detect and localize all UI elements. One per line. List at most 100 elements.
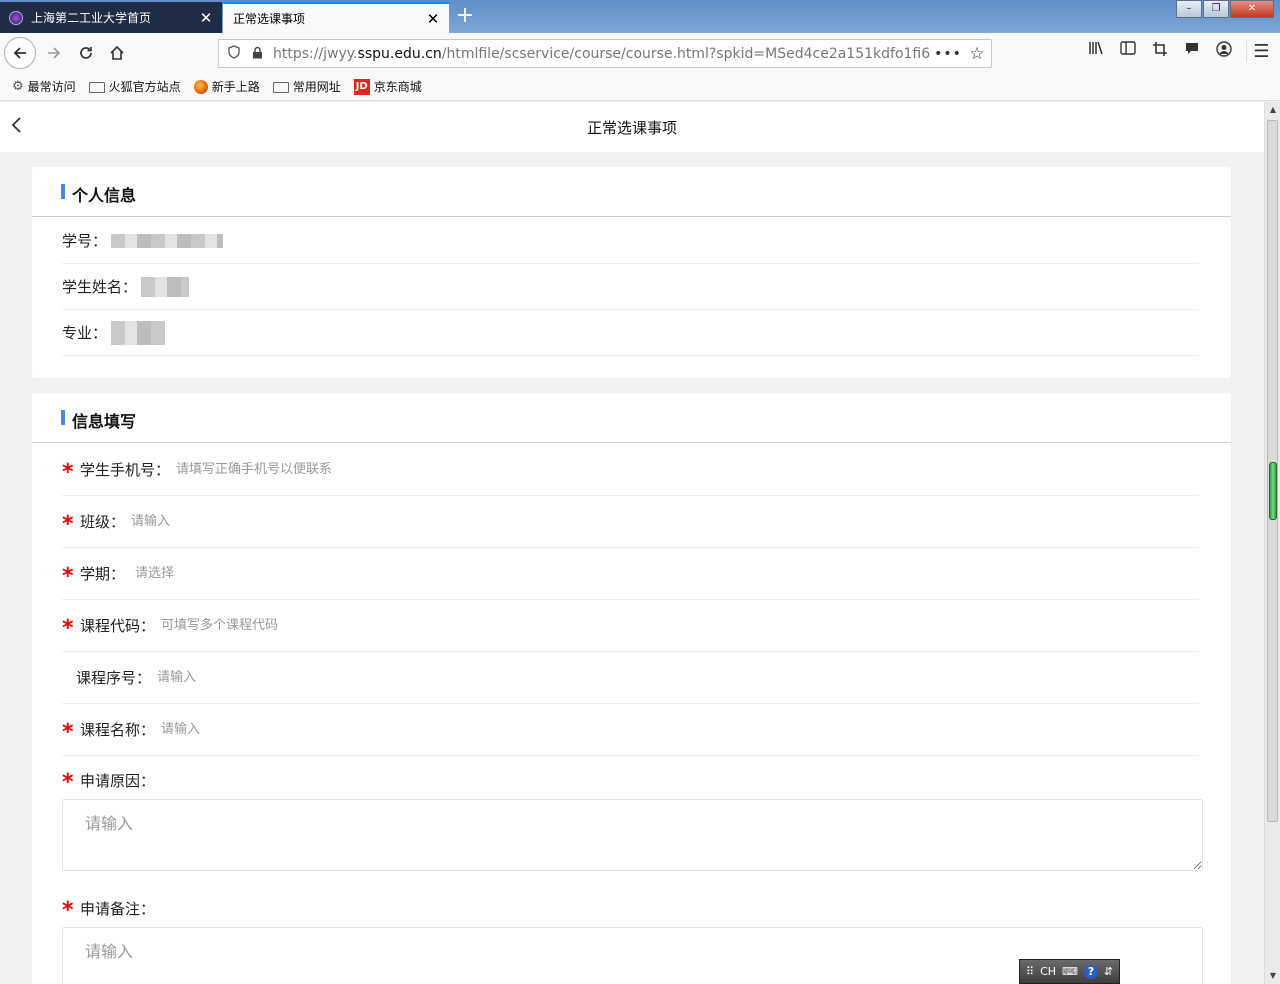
url-text[interactable]: https://jwyy.sspu.edu.cn/htmlfile/scserv…: [267, 46, 933, 62]
chat-icon[interactable]: [1176, 41, 1208, 61]
scroll-grip-handle[interactable]: [1269, 462, 1277, 520]
bookmark-common-sites[interactable]: 常用网址: [272, 78, 341, 95]
course-seq-input[interactable]: [157, 670, 658, 685]
tab-label: 上海第二工业大学首页: [31, 11, 152, 25]
course-name-input[interactable]: [161, 722, 662, 737]
accent-bar: [61, 184, 65, 199]
url-prefix: https://jwyy.: [273, 45, 358, 62]
bookmark-label: 最常访问: [27, 80, 76, 94]
course-code-input[interactable]: [161, 618, 662, 633]
bookmark-label: 常用网址: [292, 80, 341, 94]
bookmark-label: 新手上路: [211, 80, 260, 94]
arrow-left-icon: [13, 47, 26, 59]
new-tab-button[interactable]: +: [452, 4, 478, 30]
accent-bar: [61, 410, 65, 425]
bookmark-label: 京东商城: [373, 80, 422, 94]
reason-textarea[interactable]: [62, 799, 1203, 871]
scroll-down-arrow-icon[interactable]: ▼: [1265, 968, 1280, 984]
bookmark-getting-started[interactable]: 新手上路: [193, 78, 260, 95]
bookmark-label: 火狐官方站点: [108, 80, 181, 94]
url-path: /htmlfile/scservice/course/course.html?s…: [441, 45, 931, 62]
class-label: 班级：: [80, 513, 126, 531]
firefox-icon: [193, 79, 208, 94]
lock-icon[interactable]: [247, 46, 267, 62]
url-bar[interactable]: https://jwyy.sspu.edu.cn/htmlfile/scserv…: [218, 39, 992, 68]
account-icon[interactable]: [1208, 41, 1240, 61]
vertical-scrollbar[interactable]: ▲ ▼: [1264, 102, 1280, 984]
student-name-label: 学生姓名：: [62, 278, 138, 296]
screenshot-crop-icon[interactable]: [1144, 41, 1176, 61]
course-seq-label: 课程序号：: [76, 669, 152, 687]
help-icon[interactable]: ?: [1083, 964, 1098, 979]
toolbar-icons: [1080, 41, 1240, 61]
back-arrow-icon[interactable]: [10, 115, 32, 139]
options-arrow-icon[interactable]: ⇵: [1104, 965, 1113, 978]
required-asterisk: *: [62, 511, 74, 537]
tab-university-home[interactable]: 上海第二工业大学首页 ✕: [0, 2, 222, 33]
phone-label: 学生手机号：: [80, 461, 171, 479]
semester-label: 学期：: [80, 565, 126, 583]
forward-button[interactable]: [38, 37, 70, 69]
back-button[interactable]: [4, 37, 36, 69]
student-id-label: 学号：: [62, 232, 108, 250]
ime-language-label[interactable]: CH: [1040, 965, 1056, 978]
course-code-row: * 课程代码：: [62, 600, 1199, 652]
card-header: 个人信息: [32, 167, 1231, 217]
scroll-up-arrow-icon[interactable]: ▲: [1265, 102, 1280, 118]
maximize-button[interactable]: ❐: [1203, 0, 1229, 18]
section-title: 个人信息: [72, 186, 137, 205]
tracking-shield-icon[interactable]: [221, 44, 247, 63]
bookmarks-toolbar: ⚙ 最常访问 火狐官方站点 新手上路 常用网址 JD 京东商城: [0, 73, 1280, 101]
required-asterisk: *: [62, 459, 74, 485]
phone-input[interactable]: [176, 462, 677, 477]
semester-row: * 学期：: [62, 548, 1199, 600]
jd-icon: JD: [353, 78, 370, 95]
course-name-label: 课程名称：: [80, 721, 156, 739]
section-title: 信息填写: [72, 412, 137, 431]
student-id-value-redacted: [111, 233, 224, 248]
personal-info-card: 个人信息 学号： 学生姓名： 专业：: [32, 167, 1231, 378]
gear-icon: ⚙: [12, 79, 24, 94]
semester-select[interactable]: [135, 566, 636, 581]
phone-row: * 学生手机号：: [62, 444, 1199, 496]
reason-label-row: * 申请原因：: [62, 767, 1199, 794]
required-asterisk: *: [62, 615, 74, 641]
tab-strip: 上海第二工业大学首页 ✕ 正常选课事项 ✕ + – ❐ ✕: [0, 0, 1280, 33]
arrow-right-icon: [48, 47, 61, 59]
page-header: 正常选课事项: [0, 102, 1264, 152]
tab-close-icon[interactable]: ✕: [423, 10, 443, 28]
folder-icon: [88, 82, 105, 93]
class-row: * 班级：: [62, 496, 1199, 548]
minimize-button[interactable]: –: [1176, 0, 1202, 18]
home-icon: [110, 45, 124, 60]
bookmark-firefox-official[interactable]: 火狐官方站点: [88, 78, 181, 95]
bookmark-jd-mall[interactable]: JD 京东商城: [353, 78, 422, 95]
student-id-row: 学号：: [62, 218, 1199, 264]
bookmark-most-visited[interactable]: ⚙ 最常访问: [12, 78, 76, 95]
library-icon[interactable]: [1080, 41, 1112, 61]
student-name-row: 学生姓名：: [62, 264, 1199, 310]
required-asterisk: *: [62, 563, 74, 589]
hamburger-menu-icon[interactable]: ☰: [1246, 41, 1276, 62]
course-seq-row: 课程序号：: [62, 652, 1199, 704]
major-value-redacted: [111, 320, 166, 345]
sidebar-icon[interactable]: [1112, 41, 1144, 61]
grip-icon: ⠿: [1026, 965, 1035, 978]
reload-button[interactable]: [70, 37, 102, 69]
course-code-label: 课程代码：: [80, 617, 156, 635]
tab-label: 正常选课事项: [233, 12, 306, 26]
close-window-button[interactable]: ✕: [1230, 0, 1274, 18]
url-host: sspu.edu.cn: [357, 45, 442, 62]
home-button[interactable]: [101, 37, 133, 69]
keyboard-icon[interactable]: ⌨: [1062, 965, 1078, 978]
tab-close-icon[interactable]: ✕: [196, 9, 216, 27]
folder-icon: [272, 82, 289, 93]
ime-language-bar[interactable]: ⠿ CH ⌨ ? ⇵: [1019, 959, 1120, 984]
student-name-value-redacted: [141, 276, 190, 297]
remark-label-row: * 申请备注：: [62, 895, 1199, 922]
page-actions-icon[interactable]: •••: [933, 46, 963, 62]
tab-course-selection[interactable]: 正常选课事项 ✕: [223, 2, 449, 33]
course-name-row: * 课程名称：: [62, 704, 1199, 756]
class-input[interactable]: [131, 514, 632, 529]
bookmark-star-icon[interactable]: ☆: [963, 44, 991, 64]
